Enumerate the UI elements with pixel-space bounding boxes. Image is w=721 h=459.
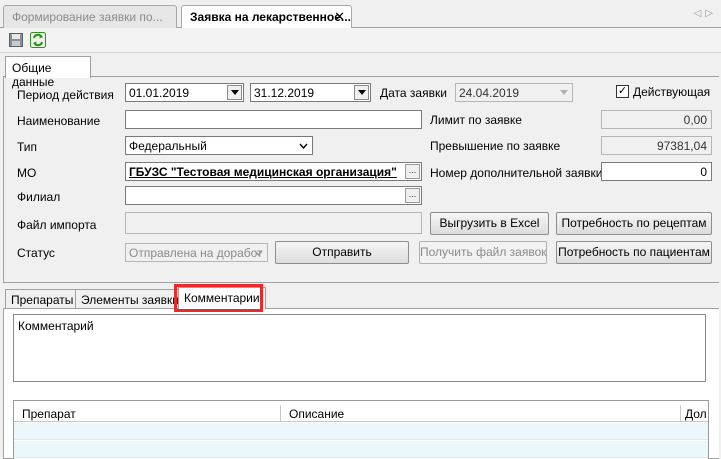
chevron-left-icon[interactable]: ◁ — [694, 8, 706, 19]
tab-scroll-arrows[interactable]: ◁▷ — [694, 8, 717, 19]
request-date-field: 24.04.2019 — [455, 83, 573, 102]
limit-value: 0,00 — [683, 113, 707, 127]
limit-field: 0,00 — [601, 110, 712, 129]
tab-label: Препараты — [11, 293, 74, 307]
type-value: Федеральный — [129, 139, 207, 153]
import-file-label: Файл импорта — [17, 218, 97, 232]
type-select[interactable]: Федеральный — [125, 136, 313, 155]
mo-value: ГБУЗС "Тестовая медицинская организация" — [129, 165, 397, 179]
tab-comments[interactable]: Комментарии — [178, 287, 266, 309]
close-icon[interactable]: ✕ — [334, 9, 345, 25]
chevron-down-icon[interactable] — [354, 85, 369, 100]
excess-value: 97381,04 — [656, 139, 707, 153]
need-by-recipes-button[interactable]: Потребность по рецептам — [556, 212, 712, 235]
period-to-field[interactable]: 31.12.2019 — [250, 83, 371, 102]
extra-request-number-value: 0 — [700, 165, 707, 179]
branch-label: Филиал — [17, 190, 61, 204]
tab-general-data[interactable]: Общие данные — [5, 56, 91, 89]
ellipsis-icon[interactable]: ... — [405, 188, 420, 203]
tab-request-elements[interactable]: Элементы заявки — [75, 289, 185, 309]
doc-tab-label: Заявка на лекарственное... — [190, 10, 351, 24]
extra-request-number-input[interactable]: 0 — [601, 162, 712, 181]
refresh-icon[interactable] — [29, 31, 47, 49]
limit-label: Лимит по заявке — [430, 113, 522, 127]
table-row[interactable] — [14, 441, 708, 458]
tab-drugs[interactable]: Препараты — [5, 289, 80, 309]
period-label: Период действия — [17, 88, 114, 102]
mo-field[interactable]: ГБУЗС "Тестовая медицинская организация"… — [125, 162, 422, 181]
grid-header: Препарат Описание Дол — [14, 405, 708, 422]
toolbar — [0, 28, 721, 53]
period-from-value: 01.01.2019 — [129, 86, 190, 100]
doc-tab-drug-request[interactable]: Заявка на лекарственное... ✕ — [181, 5, 352, 29]
chevron-down-icon[interactable] — [296, 138, 311, 153]
chevron-right-icon[interactable]: ▷ — [705, 8, 717, 19]
name-label: Наименование — [17, 114, 101, 128]
drug-grid: Препарат Описание Дол — [13, 400, 709, 459]
table-row[interactable] — [14, 423, 708, 440]
period-from-field[interactable]: 01.01.2019 — [125, 83, 244, 102]
export-excel-button[interactable]: Выгрузить в Excel — [430, 212, 549, 235]
chevron-down-icon — [251, 245, 266, 260]
comment-placeholder: Комментарий — [18, 319, 94, 333]
status-value: Отправлена на доработ — [129, 246, 263, 260]
period-to-value: 31.12.2019 — [254, 86, 315, 100]
excess-field: 97381,04 — [601, 136, 712, 155]
tab-label: Общие данные — [12, 61, 55, 89]
chevron-down-icon — [556, 85, 571, 100]
excess-label: Превышение по заявке — [430, 139, 561, 153]
mo-label: МО — [17, 166, 37, 180]
send-button[interactable]: Отправить — [275, 241, 409, 264]
need-by-patients-button[interactable]: Потребность по пациентам — [556, 241, 712, 264]
column-header-description[interactable]: Описание — [281, 405, 681, 422]
name-input[interactable] — [125, 110, 422, 129]
import-file-field — [125, 212, 422, 234]
status-select: Отправлена на доработ — [125, 243, 268, 262]
tab-label: Комментарии — [184, 291, 260, 305]
active-checkbox[interactable]: ✓ — [616, 85, 629, 98]
type-label: Тип — [17, 140, 38, 154]
save-icon[interactable] — [7, 31, 25, 49]
doc-tab-request-formation[interactable]: Формирование заявки по... — [3, 5, 177, 28]
doc-tab-label: Формирование заявки по... — [12, 10, 163, 24]
column-header-drug[interactable]: Препарат — [14, 405, 281, 422]
request-date-value: 24.04.2019 — [459, 86, 520, 100]
request-date-label: Дата заявки — [380, 86, 447, 100]
extra-request-number-label: Номер дополнительной заявки — [430, 166, 603, 180]
chevron-down-icon[interactable] — [227, 85, 242, 100]
active-label: Действующая — [633, 85, 711, 99]
tab-label: Элементы заявки — [81, 293, 179, 307]
status-label: Статус — [17, 246, 55, 260]
branch-field[interactable]: ... — [125, 186, 422, 205]
comment-textarea[interactable]: Комментарий — [13, 314, 706, 382]
column-header-dose[interactable]: Дол — [681, 405, 710, 422]
get-file-button: Получить файл заявок — [419, 241, 547, 264]
ellipsis-icon[interactable]: ... — [405, 164, 420, 179]
